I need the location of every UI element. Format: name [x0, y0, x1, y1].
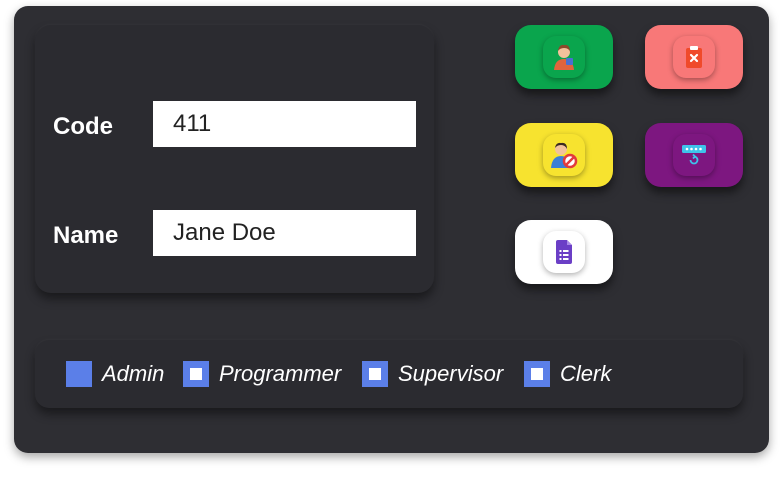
role-admin[interactable]: Admin: [66, 361, 164, 387]
role-admin-label: Admin: [102, 361, 165, 386]
role-clerk-label: Clerk: [560, 361, 612, 386]
role-supervisor[interactable]: Supervisor: [362, 361, 503, 387]
code-label: Code: [53, 113, 113, 140]
list-button[interactable]: [515, 220, 613, 284]
role-programmer-checkbox[interactable]: [183, 361, 209, 387]
role-clerk-checkbox[interactable]: [524, 361, 550, 387]
document-list-icon: [543, 231, 585, 273]
reset-password-button[interactable]: [645, 123, 743, 187]
role-programmer-label: Programmer: [219, 361, 342, 386]
password-reset-icon: [673, 134, 715, 176]
role-supervisor-label: Supervisor: [398, 361, 504, 386]
clipboard-delete-icon: [673, 36, 715, 78]
role-programmer[interactable]: Programmer: [183, 361, 341, 387]
add-user-button[interactable]: [515, 25, 613, 89]
user-block-icon: [543, 134, 585, 176]
name-label: Name: [53, 222, 119, 249]
user-form-panel: Code Name: [35, 25, 434, 293]
role-clerk[interactable]: Clerk: [524, 361, 611, 387]
block-user-button[interactable]: [515, 123, 613, 187]
role-admin-checkbox[interactable]: [66, 361, 92, 387]
role-supervisor-checkbox[interactable]: [362, 361, 388, 387]
user-plus-icon: [543, 36, 585, 78]
name-input[interactable]: [153, 210, 416, 256]
main-window: Code Name: [14, 6, 769, 453]
delete-button[interactable]: [645, 25, 743, 89]
role-panel: Admin Programmer Supervisor Clerk: [35, 340, 743, 408]
code-input[interactable]: [153, 101, 416, 147]
